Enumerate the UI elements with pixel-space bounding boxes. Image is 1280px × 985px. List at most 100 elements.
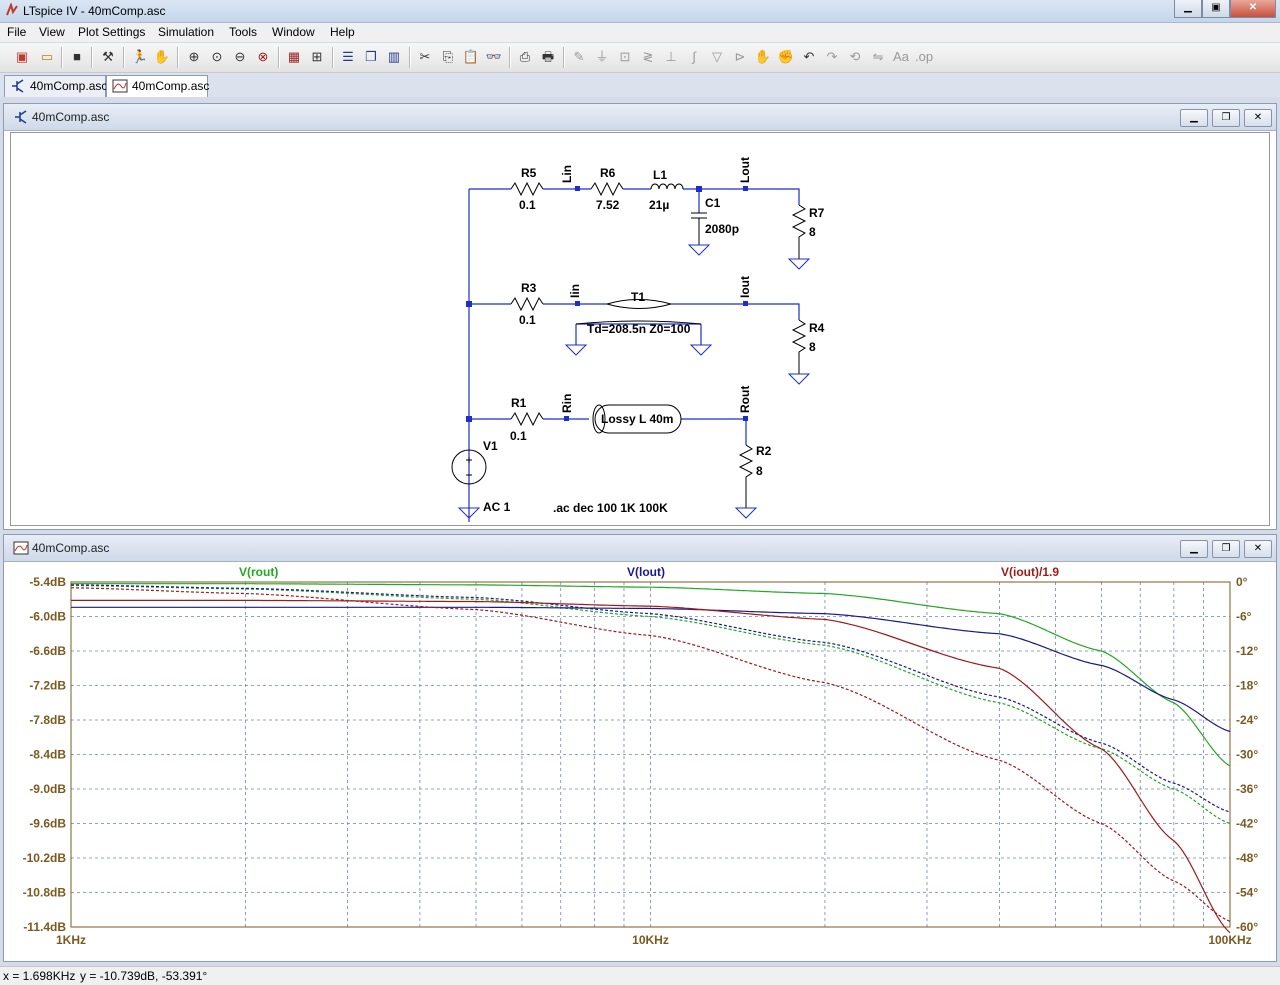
waveform-pane[interactable]: -5.4dB -6.0dB -6.6dB -7.2dB -7.8dB -8.4dB -9.0…	[4, 562, 1276, 959]
waveform-restore-button[interactable]: ❐	[1212, 540, 1240, 558]
waveform-close-button[interactable]: ✕	[1244, 540, 1272, 558]
toolbar: ▣ ▭ ■ ⚒ 🏃 ✋ ⊕ ⊙ ⊖ ⊗ ▦ ⊞ ☰ ❐ ▥ ✂ ⎘ 📋 👓 ⎙ …	[0, 43, 1280, 73]
resistor-r5	[510, 181, 544, 197]
label-r2-value: 8	[756, 464, 763, 478]
print-icon[interactable]: 🖶	[539, 48, 557, 66]
y-tick-label-right: -60°	[1236, 920, 1258, 934]
menu-view[interactable]: View	[39, 25, 65, 39]
halt-icon[interactable]: ✋	[153, 48, 171, 66]
schematic-svg: R5 0.1 R6 7.52 L1 21µ C1 2080p R7 8 R3 0…	[451, 157, 825, 522]
find-icon[interactable]: 👓	[485, 48, 503, 66]
menu-window[interactable]: Window	[272, 25, 315, 39]
y-tick-label-left: -10.2dB	[23, 851, 67, 865]
label-r5-value: 0.1	[519, 198, 536, 212]
window-title: LTspice IV - 40mComp.asc	[23, 4, 166, 18]
zoom-cancel-icon[interactable]: ⊗	[254, 48, 272, 66]
maximize-button[interactable]: ▣	[1202, 0, 1230, 18]
x-tick-label: 100KHz	[1208, 933, 1251, 947]
y-tick-label-left: -6.0dB	[29, 610, 66, 624]
move-icon[interactable]: ✋	[754, 48, 772, 66]
trace-label-iout[interactable]: V(iout)/1.9	[1001, 565, 1059, 579]
zoom-pan-icon[interactable]: ⊙	[208, 48, 226, 66]
label-r7: R7	[809, 206, 825, 220]
x-tick-label: 1KHz	[56, 933, 86, 947]
redo-icon[interactable]: ↷	[823, 48, 841, 66]
undo-icon[interactable]: ↶	[800, 48, 818, 66]
label-net-icon[interactable]: ⊡	[616, 48, 634, 66]
cascade-icon[interactable]: ❐	[362, 48, 380, 66]
copy-icon[interactable]: ⎘	[439, 48, 457, 66]
inductor-icon[interactable]: ∫	[685, 48, 703, 66]
label-r4: R4	[809, 321, 825, 335]
cut-icon[interactable]: ✂	[416, 48, 434, 66]
text-icon[interactable]: Aa	[892, 48, 910, 66]
autorange-icon[interactable]: ▦	[285, 48, 303, 66]
tab-schematic[interactable]: 40mComp.asc	[4, 75, 107, 97]
waveform-icon	[13, 541, 29, 555]
waveform-window-titlebar: 40mComp.asc ▁ ❐ ✕	[4, 535, 1276, 562]
resistor-r7	[791, 204, 807, 259]
menu-tools[interactable]: Tools	[229, 25, 257, 39]
waveform-window: 40mComp.asc ▁ ❐ ✕ -5.4dB -6.0dB -6.6dB -7.2…	[3, 534, 1277, 962]
label-r3: R3	[521, 281, 537, 295]
tab-waveform[interactable]: 40mComp.asc	[106, 75, 209, 97]
y-tick-label-left: -9.6dB	[29, 817, 66, 831]
ground-icon[interactable]: ⏚	[593, 48, 611, 66]
resistor-icon[interactable]: ≷	[639, 48, 657, 66]
run-icon[interactable]: 🏃	[131, 48, 149, 66]
menu-plot-settings[interactable]: Plot Settings	[78, 25, 145, 39]
y-tick-label-right: -24°	[1236, 713, 1258, 727]
zoom-out-icon[interactable]: ⊖	[231, 48, 249, 66]
y-tick-label-left: -8.4dB	[29, 748, 66, 762]
y-tick-label-right: -30°	[1236, 748, 1258, 762]
control-panel-icon[interactable]: ⚒	[99, 48, 117, 66]
minimize-button[interactable]: ▁	[1174, 0, 1202, 18]
rotate-icon[interactable]: ⟲	[846, 48, 864, 66]
mirror-icon[interactable]: ⇋	[869, 48, 887, 66]
open-icon[interactable]: ▭	[38, 48, 56, 66]
y-tick-label-right: 0°	[1236, 575, 1248, 589]
trace-label-lout[interactable]: V(lout)	[627, 565, 665, 579]
schematic-icon	[12, 79, 24, 93]
schematic-minimize-button[interactable]: ▁	[1180, 109, 1208, 127]
paste-icon[interactable]: 📋	[462, 48, 480, 66]
zoom-fit-icon[interactable]: ⊞	[308, 48, 326, 66]
wire-icon[interactable]: ✎	[570, 48, 588, 66]
net-label-rout: Rout	[738, 386, 752, 413]
menu-help[interactable]: Help	[330, 25, 355, 39]
print-setup-icon[interactable]: ⎙	[516, 48, 534, 66]
new-schematic-icon[interactable]: ▣	[13, 48, 31, 66]
capacitor-icon[interactable]: ⊥	[662, 48, 680, 66]
label-r3-value: 0.1	[519, 313, 536, 327]
spice-directive-icon[interactable]: .op	[915, 48, 933, 66]
close-button[interactable]: ✕	[1230, 0, 1276, 18]
label-v1-value: AC 1	[483, 500, 511, 514]
waveform-icon	[112, 79, 128, 93]
y-tick-label-left: -11.4dB	[23, 920, 66, 934]
schematic-close-button[interactable]: ✕	[1244, 109, 1272, 127]
diode-icon[interactable]: ▽	[708, 48, 726, 66]
trace-label-rout[interactable]: V(rout)	[239, 565, 278, 579]
label-lossy: Lossy L 40m	[601, 412, 673, 426]
y-tick-label-right: -6°	[1236, 610, 1252, 624]
schematic-window-title: 40mComp.asc	[32, 110, 110, 124]
component-icon[interactable]: ⊳	[731, 48, 749, 66]
y-tick-label-left: -9.0dB	[29, 782, 66, 796]
drag-icon[interactable]: ✊	[777, 48, 795, 66]
schematic-restore-button[interactable]: ❐	[1212, 109, 1240, 127]
waveform-minimize-button[interactable]: ▁	[1180, 540, 1208, 558]
tile-vertical-icon[interactable]: ▥	[385, 48, 403, 66]
y-tick-label-right: -54°	[1236, 886, 1258, 900]
resistor-r3	[510, 296, 544, 312]
zoom-in-icon[interactable]: ⊕	[185, 48, 203, 66]
menu-simulation[interactable]: Simulation	[158, 25, 214, 39]
schematic-canvas[interactable]: R5 0.1 R6 7.52 L1 21µ C1 2080p R7 8 R3 0…	[10, 132, 1270, 526]
menu-file[interactable]: File	[7, 25, 26, 39]
label-l1-value: 21µ	[649, 198, 669, 212]
save-icon[interactable]: ■	[68, 48, 86, 66]
tile-horizontal-icon[interactable]: ☰	[339, 48, 357, 66]
inductor-l1	[650, 183, 684, 190]
label-r5: R5	[521, 166, 537, 180]
net-label-rin: Rin	[560, 394, 574, 413]
menu-bar: File View Plot Settings Simulation Tools…	[0, 23, 1280, 42]
